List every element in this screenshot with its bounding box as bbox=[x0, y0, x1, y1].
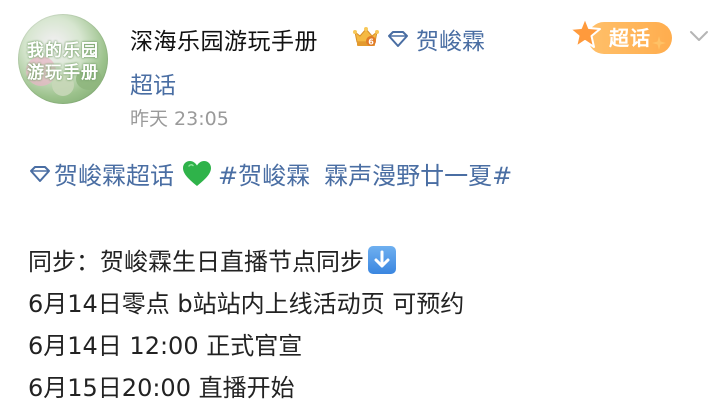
super-topic-suffix[interactable]: 超话 bbox=[130, 66, 176, 100]
body-text: 6月14日零点 b站站内上线活动页 可预约 bbox=[28, 290, 465, 318]
body-line: 6月15日20:00 直播开始 bbox=[28, 368, 295, 403]
super-topic-link[interactable]: 贺峻霖 bbox=[386, 22, 485, 56]
diamond-icon bbox=[388, 31, 408, 47]
body-line: 同步：贺峻霖生日直播节点同步 bbox=[28, 242, 396, 277]
svg-text:6: 6 bbox=[368, 38, 374, 47]
super-topic-tag[interactable]: 贺峻霖超话 bbox=[54, 156, 174, 191]
author-name[interactable]: 深海乐园游玩手册 bbox=[130, 22, 318, 56]
crown-badge-icon: 6 bbox=[353, 27, 379, 47]
post-timestamp: 昨天 23:05 bbox=[130, 108, 229, 130]
avatar-text-line2: 游玩手册 bbox=[27, 63, 99, 83]
avatar[interactable]: 我的乐园 游玩手册 bbox=[18, 14, 108, 104]
diamond-icon bbox=[30, 165, 50, 182]
body-text: 同步：贺峻霖生日直播节点同步 bbox=[28, 248, 364, 276]
body-text: 6月14日 12:00 正式官宣 bbox=[28, 332, 303, 360]
down-arrow-icon bbox=[368, 245, 396, 274]
hashtag-link[interactable]: #贺峻霖 bbox=[218, 156, 310, 191]
chevron-down-icon[interactable] bbox=[688, 28, 710, 44]
body-line: 6月14日 12:00 正式官宣 bbox=[28, 326, 302, 361]
star-icon bbox=[569, 17, 601, 48]
body-text: 6月15日20:00 直播开始 bbox=[28, 374, 295, 402]
body-line: 6月14日零点 b站站内上线活动页 可预约 bbox=[28, 284, 464, 319]
super-topic-badge[interactable]: 超话 bbox=[568, 16, 680, 60]
hashtag-link[interactable]: 霖声漫野廿一夏# bbox=[324, 156, 512, 191]
green-heart-icon bbox=[183, 160, 211, 186]
tags-line: 贺峻霖超话 #贺峻霖 霖声漫野廿一夏# bbox=[28, 156, 512, 191]
super-topic-name: 贺峻霖 bbox=[416, 29, 485, 55]
sparkle-icon bbox=[652, 36, 666, 50]
